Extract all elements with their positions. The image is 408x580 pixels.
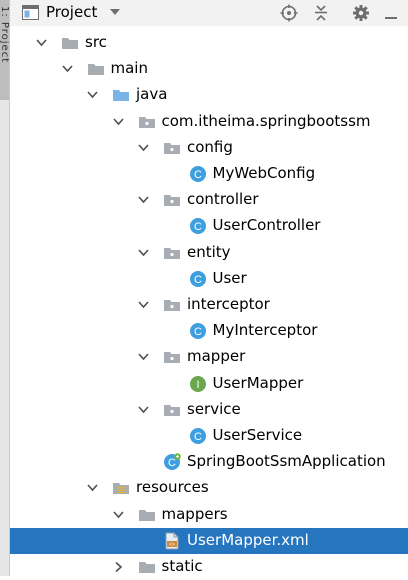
project-tool-window-tab-label: 1: Project: [0, 6, 10, 64]
svg-text:C: C: [194, 274, 202, 286]
tree-node-label: UserService: [212, 426, 303, 444]
package-icon: [164, 248, 180, 259]
svg-text:C: C: [194, 431, 202, 443]
tree-node-config[interactable]: config: [10, 135, 408, 161]
tree-node-label: static: [161, 557, 203, 575]
chevron-down-icon[interactable]: [138, 352, 149, 362]
source-folder-icon: [113, 90, 129, 101]
chevron-down-icon[interactable]: [112, 510, 124, 520]
locate-file-icon[interactable]: [280, 4, 298, 22]
chevron-down-icon[interactable]: [110, 9, 120, 16]
tree-node-label: User: [212, 269, 247, 287]
tree-node-mapper[interactable]: mapper: [10, 344, 408, 370]
spring-boot-class-icon: C: [164, 453, 181, 470]
tree-node-label: main: [110, 59, 148, 77]
project-window-icon: [22, 5, 39, 20]
class-icon: C: [189, 323, 206, 339]
tree-node-label: config: [187, 138, 233, 156]
resources-folder-icon: [113, 483, 129, 494]
chevron-down-icon[interactable]: [138, 248, 149, 258]
svg-text:I: I: [196, 379, 199, 391]
chevron-down-icon[interactable]: [87, 483, 98, 493]
svg-text:<>: <>: [169, 542, 175, 548]
tree-node-usercontroller[interactable]: C UserController: [10, 213, 408, 239]
tree-node-label: UserMapper.xml: [187, 531, 309, 549]
xml-file-icon: <>: [165, 532, 179, 550]
chevron-down-icon[interactable]: [36, 38, 47, 48]
class-icon: C: [189, 166, 206, 182]
package-icon: [164, 352, 180, 363]
svg-text:C: C: [194, 326, 202, 338]
tree-node-com-itheima-springbootssm[interactable]: com.itheima.springbootssm: [10, 109, 408, 135]
tree-node-label: mappers: [161, 505, 228, 523]
tree-node-label: service: [187, 400, 241, 418]
gear-icon[interactable]: [352, 4, 370, 22]
package-icon: [164, 405, 180, 416]
package-icon: [164, 300, 180, 311]
tree-node-label: src: [85, 33, 107, 51]
chevron-right-icon[interactable]: [113, 562, 124, 572]
package-icon: [164, 195, 180, 206]
chevron-down-icon[interactable]: [61, 64, 73, 74]
tree-node-java[interactable]: java: [10, 82, 408, 108]
tree-node-src[interactable]: src: [10, 30, 408, 56]
tree-node-interceptor[interactable]: interceptor: [10, 292, 408, 318]
svg-text:C: C: [194, 221, 202, 233]
tree-node-springbootssmapplication[interactable]: C SpringBootSsmApplication: [10, 449, 408, 475]
tree-node-resources[interactable]: resources: [10, 475, 408, 501]
tree-node-service[interactable]: service: [10, 397, 408, 423]
folder-icon: [87, 64, 104, 75]
tree-node-label: resources: [136, 478, 209, 496]
class-icon: C: [189, 428, 206, 444]
tree-node-mywebconfig[interactable]: C MyWebConfig: [10, 161, 408, 187]
project-panel-header: Project: [10, 0, 408, 26]
tree-node-main[interactable]: main: [10, 56, 408, 82]
tree-node-label: interceptor: [187, 295, 270, 313]
chevron-down-icon[interactable]: [138, 405, 149, 415]
project-tree: src main java com.itheima.springbootssm conf…: [10, 30, 408, 576]
tree-node-mappers[interactable]: mappers: [10, 502, 408, 528]
package-icon: [138, 117, 155, 128]
chevron-down-icon[interactable]: [87, 90, 98, 100]
tree-node-controller[interactable]: controller: [10, 187, 408, 213]
class-icon: C: [189, 271, 206, 287]
folder-icon: [138, 562, 155, 573]
tree-node-usermapper-xml[interactable]: <> UserMapper.xml: [10, 528, 408, 554]
hide-panel-icon[interactable]: [382, 4, 400, 22]
svg-text:C: C: [194, 169, 202, 181]
tree-node-userservice[interactable]: C UserService: [10, 423, 408, 449]
folder-icon: [62, 38, 78, 49]
chevron-down-icon[interactable]: [138, 300, 149, 310]
package-icon: [164, 143, 180, 154]
class-icon: C: [189, 218, 206, 234]
tree-node-static[interactable]: static: [10, 554, 408, 580]
chevron-down-icon[interactable]: [138, 143, 149, 153]
project-tool-window-tab[interactable]: 1: Project: [0, 0, 9, 100]
tree-node-usermapper[interactable]: I UserMapper: [10, 371, 408, 397]
interface-icon: I: [189, 376, 206, 392]
tree-node-myinterceptor[interactable]: C MyInterceptor: [10, 318, 408, 344]
tree-node-user[interactable]: C User: [10, 266, 408, 292]
tree-node-label: MyWebConfig: [212, 164, 316, 182]
tree-node-label: MyInterceptor: [212, 321, 318, 339]
panel-title[interactable]: Project: [46, 3, 97, 21]
tree-node-label: controller: [187, 190, 259, 208]
svg-text:C: C: [168, 457, 176, 469]
tree-node-label: UserController: [212, 216, 321, 234]
tree-node-label: java: [136, 85, 168, 103]
collapse-all-icon[interactable]: [312, 4, 330, 22]
tree-node-label: com.itheima.springbootssm: [161, 112, 371, 130]
project-tool-window-strip: 1: Project: [0, 0, 10, 576]
folder-icon: [138, 510, 155, 521]
tree-node-entity[interactable]: entity: [10, 240, 408, 266]
tree-node-label: mapper: [187, 347, 246, 365]
tree-node-label: SpringBootSsmApplication: [187, 452, 386, 470]
tree-node-label: UserMapper: [212, 374, 304, 392]
chevron-down-icon[interactable]: [112, 117, 124, 127]
tree-node-label: entity: [187, 243, 231, 261]
chevron-down-icon[interactable]: [138, 195, 149, 205]
